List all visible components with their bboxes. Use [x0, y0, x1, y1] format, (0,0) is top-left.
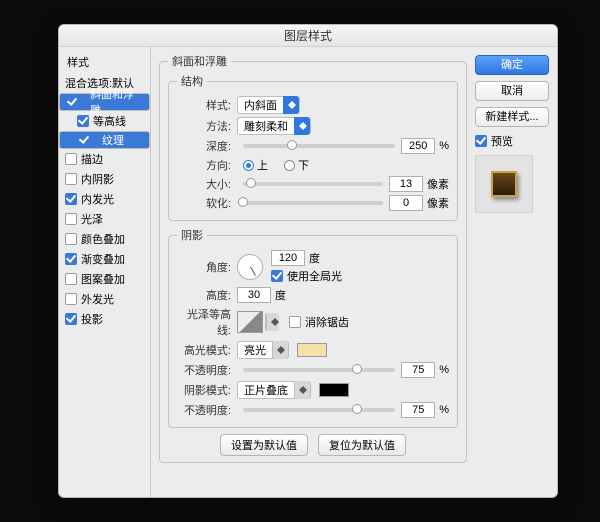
style-outer-glow[interactable]: 外发光: [59, 289, 150, 309]
style-inner-glow[interactable]: 内发光: [59, 189, 150, 209]
size-input[interactable]: 13: [389, 176, 423, 192]
check-icon[interactable]: [65, 173, 77, 185]
style-pattern-overlay[interactable]: 图案叠加: [59, 269, 150, 289]
right-column: 确定 取消 新建样式... 预览: [475, 47, 557, 497]
depth-input[interactable]: 250: [401, 138, 435, 154]
make-default-button[interactable]: 设置为默认值: [220, 434, 308, 456]
shadow-opacity-slider[interactable]: [243, 408, 395, 412]
bevel-legend: 斜面和浮雕: [168, 53, 231, 69]
reset-default-button[interactable]: 复位为默认值: [318, 434, 406, 456]
check-icon[interactable]: [65, 193, 77, 205]
check-icon[interactable]: [65, 233, 77, 245]
antialias-check[interactable]: [289, 316, 301, 328]
soften-input[interactable]: 0: [389, 195, 423, 211]
settings-panel: 斜面和浮雕 结构 样式: 内斜面 方法: 雕刻柔和 深度: 250% 方向: 上: [151, 47, 475, 497]
global-light-check[interactable]: [271, 270, 283, 282]
chevron-updown-icon: [272, 341, 288, 359]
style-bevel[interactable]: 斜面和浮雕: [59, 93, 150, 111]
chevron-updown-icon: [283, 96, 299, 114]
style-inner-shadow[interactable]: 内阴影: [59, 169, 150, 189]
styles-list: 样式 混合选项:默认 斜面和浮雕 等高线 纹理 描边 内阴影 内发光 光泽 颜色…: [59, 47, 151, 497]
structure-legend: 结构: [177, 73, 207, 89]
bevel-group: 斜面和浮雕 结构 样式: 内斜面 方法: 雕刻柔和 深度: 250% 方向: 上: [159, 53, 467, 463]
shading-group: 阴影 角度: 120度 使用全局光 高度:: [168, 227, 458, 428]
shading-legend: 阴影: [177, 227, 207, 243]
preview-check[interactable]: [475, 135, 487, 147]
angle-dial[interactable]: [237, 254, 263, 280]
ok-button[interactable]: 确定: [475, 55, 549, 75]
style-drop-shadow[interactable]: 投影: [59, 309, 150, 329]
dialog-content: 样式 混合选项:默认 斜面和浮雕 等高线 纹理 描边 内阴影 内发光 光泽 颜色…: [59, 47, 557, 497]
check-icon[interactable]: [65, 213, 77, 225]
window-title: 图层样式: [59, 25, 557, 47]
style-stroke[interactable]: 描边: [59, 149, 150, 169]
depth-slider[interactable]: [243, 144, 395, 148]
check-icon[interactable]: [65, 153, 77, 165]
technique-select[interactable]: 雕刻柔和: [237, 117, 311, 135]
footer-buttons: 设置为默认值 复位为默认值: [168, 434, 458, 456]
gloss-contour[interactable]: [237, 311, 263, 333]
direction-up-radio[interactable]: [243, 160, 254, 171]
style-gradient-overlay[interactable]: 渐变叠加: [59, 249, 150, 269]
shadow-mode-select[interactable]: 正片叠底: [237, 381, 311, 399]
highlight-mode-select[interactable]: 亮光: [237, 341, 289, 359]
check-icon[interactable]: [78, 134, 92, 146]
layer-style-dialog: 图层样式 样式 混合选项:默认 斜面和浮雕 等高线 纹理 描边 内阴影 内发光 …: [58, 24, 558, 498]
style-satin[interactable]: 光泽: [59, 209, 150, 229]
check-icon[interactable]: [77, 115, 89, 127]
structure-group: 结构 样式: 内斜面 方法: 雕刻柔和 深度: 250% 方向: 上 下: [168, 73, 458, 221]
check-icon[interactable]: [66, 96, 80, 108]
style-texture[interactable]: 纹理: [59, 131, 150, 149]
preview-thumbnail: [475, 155, 533, 213]
check-icon[interactable]: [65, 253, 77, 265]
shadow-opacity-input[interactable]: 75: [401, 402, 435, 418]
contour-picker[interactable]: [265, 313, 279, 331]
check-icon[interactable]: [65, 293, 77, 305]
chevron-updown-icon: [266, 313, 279, 331]
size-slider[interactable]: [243, 182, 383, 186]
highlight-opacity-input[interactable]: 75: [401, 362, 435, 378]
altitude-input[interactable]: 30: [237, 287, 271, 303]
styles-header: 样式: [59, 51, 150, 73]
new-style-button[interactable]: 新建样式...: [475, 107, 549, 127]
shadow-color[interactable]: [319, 383, 349, 397]
soften-slider[interactable]: [243, 201, 383, 205]
angle-input[interactable]: 120: [271, 250, 305, 266]
check-icon[interactable]: [65, 273, 77, 285]
highlight-color[interactable]: [297, 343, 327, 357]
chevron-updown-icon: [294, 381, 310, 399]
style-select[interactable]: 内斜面: [237, 96, 300, 114]
cancel-button[interactable]: 取消: [475, 81, 549, 101]
style-color-overlay[interactable]: 颜色叠加: [59, 229, 150, 249]
direction-down-radio[interactable]: [284, 160, 295, 171]
highlight-opacity-slider[interactable]: [243, 368, 395, 372]
chevron-updown-icon: [294, 117, 310, 135]
check-icon[interactable]: [65, 313, 77, 325]
